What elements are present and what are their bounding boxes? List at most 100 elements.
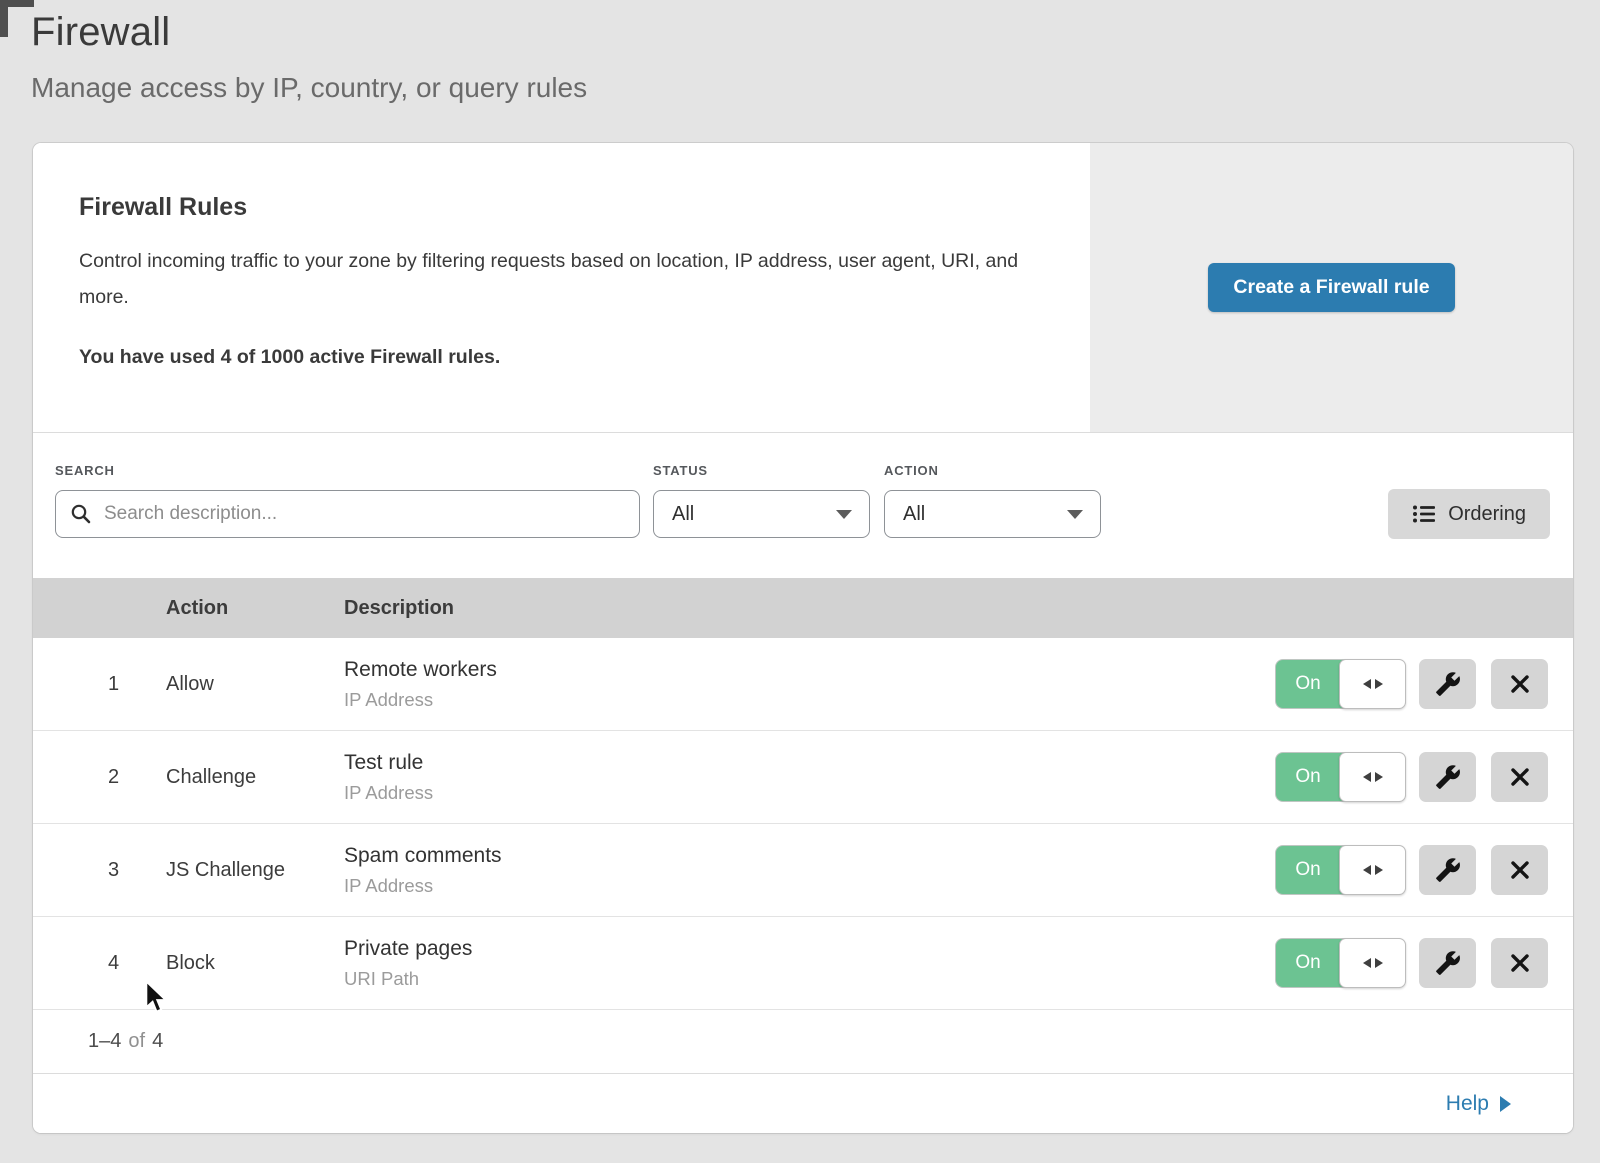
status-filter-group: STATUS All <box>653 463 884 578</box>
edit-rule-button[interactable] <box>1419 938 1476 988</box>
status-label: STATUS <box>653 463 884 478</box>
action-label: ACTION <box>884 463 1115 478</box>
usage-note: You have used 4 of 1000 active Firewall … <box>79 346 1030 369</box>
search-icon <box>70 503 92 525</box>
chevron-right-icon <box>1500 1096 1511 1112</box>
wrench-icon <box>1435 764 1461 790</box>
rule-priority: 4 <box>33 952 166 975</box>
rule-enabled-toggle[interactable]: On <box>1275 938 1406 988</box>
drag-arrows-icon <box>1362 863 1384 877</box>
overview-heading: Firewall Rules <box>79 193 1030 222</box>
rule-description: Private pages <box>344 937 1275 961</box>
rule-description-cell: Remote workers IP Address <box>344 658 1275 711</box>
rule-match-field: IP Address <box>344 689 1275 711</box>
close-icon <box>1509 859 1531 881</box>
wrench-icon <box>1435 857 1461 883</box>
toggle-on-label: On <box>1276 753 1340 801</box>
chevron-down-icon <box>1067 510 1083 519</box>
rule-description-cell: Test rule IP Address <box>344 751 1275 804</box>
overview-text-panel: Firewall Rules Control incoming traffic … <box>33 143 1090 432</box>
create-firewall-rule-button[interactable]: Create a Firewall rule <box>1208 263 1454 312</box>
help-row: Help <box>33 1073 1573 1133</box>
ordered-list-icon <box>1412 504 1436 524</box>
drag-arrows-icon <box>1362 677 1384 691</box>
ordering-wrap: Ordering <box>1388 463 1550 578</box>
pagination: 1–4 of 4 <box>33 1010 1573 1073</box>
search-filter-group: SEARCH <box>55 463 653 578</box>
rule-priority: 2 <box>33 766 166 789</box>
table-row: 2 Challenge Test rule IP Address On <box>33 731 1573 824</box>
status-select[interactable]: All <box>653 490 870 538</box>
overview-section: Firewall Rules Control incoming traffic … <box>33 143 1573 433</box>
delete-rule-button[interactable] <box>1491 752 1548 802</box>
table-row: 3 JS Challenge Spam comments IP Address … <box>33 824 1573 917</box>
close-icon <box>1509 673 1531 695</box>
rule-action: Block <box>166 952 344 975</box>
rule-description: Test rule <box>344 751 1275 775</box>
search-box[interactable] <box>55 490 640 538</box>
wrench-icon <box>1435 671 1461 697</box>
action-column-header: Action <box>166 597 344 620</box>
overview-description: Control incoming traffic to your zone by… <box>79 243 1029 315</box>
search-label: SEARCH <box>55 463 653 478</box>
ordering-button[interactable]: Ordering <box>1388 489 1550 539</box>
pagination-of: of <box>128 1030 145 1053</box>
rule-match-field: URI Path <box>344 968 1275 990</box>
rule-description: Spam comments <box>344 844 1275 868</box>
page-subtitle: Manage access by IP, country, or query r… <box>31 72 1600 104</box>
action-filter-group: ACTION All <box>884 463 1115 578</box>
toggle-on-label: On <box>1276 939 1340 987</box>
delete-rule-button[interactable] <box>1491 845 1548 895</box>
rule-match-field: IP Address <box>344 875 1275 897</box>
chevron-down-icon <box>836 510 852 519</box>
toggle-on-label: On <box>1276 660 1340 708</box>
close-icon <box>1509 952 1531 974</box>
rule-priority: 1 <box>33 673 166 696</box>
help-link-label: Help <box>1446 1092 1489 1116</box>
delete-rule-button[interactable] <box>1491 938 1548 988</box>
page-title: Firewall <box>31 10 1600 55</box>
create-rule-panel: Create a Firewall rule <box>1090 143 1573 432</box>
rule-enabled-toggle[interactable]: On <box>1275 752 1406 802</box>
rule-priority: 3 <box>33 859 166 882</box>
wrench-icon <box>1435 950 1461 976</box>
toggle-knob[interactable] <box>1339 845 1406 895</box>
edit-rule-button[interactable] <box>1419 752 1476 802</box>
action-select[interactable]: All <box>884 490 1101 538</box>
rule-controls: On <box>1275 938 1548 988</box>
rule-description-cell: Spam comments IP Address <box>344 844 1275 897</box>
rule-enabled-toggle[interactable]: On <box>1275 845 1406 895</box>
firewall-rules-card: Firewall Rules Control incoming traffic … <box>33 143 1573 1133</box>
toggle-knob[interactable] <box>1339 659 1406 709</box>
page-header: Firewall Manage access by IP, country, o… <box>0 0 1600 104</box>
description-column-header: Description <box>344 597 1573 620</box>
help-link[interactable]: Help <box>1446 1092 1511 1116</box>
rule-description-cell: Private pages URI Path <box>344 937 1275 990</box>
rule-action: Allow <box>166 673 344 696</box>
table-header: Action Description <box>33 578 1573 638</box>
rule-action: JS Challenge <box>166 859 344 882</box>
toggle-knob[interactable] <box>1339 938 1406 988</box>
close-icon <box>1509 766 1531 788</box>
search-input[interactable] <box>102 502 625 526</box>
rule-match-field: IP Address <box>344 782 1275 804</box>
edit-rule-button[interactable] <box>1419 659 1476 709</box>
filters-bar: SEARCH STATUS All ACTION All <box>33 433 1573 578</box>
rule-action: Challenge <box>166 766 344 789</box>
rule-controls: On <box>1275 845 1548 895</box>
rule-enabled-toggle[interactable]: On <box>1275 659 1406 709</box>
toggle-on-label: On <box>1276 846 1340 894</box>
drag-arrows-icon <box>1362 770 1384 784</box>
status-selected-value: All <box>672 503 694 526</box>
ordering-button-label: Ordering <box>1448 503 1526 526</box>
action-selected-value: All <box>903 503 925 526</box>
rule-controls: On <box>1275 659 1548 709</box>
delete-rule-button[interactable] <box>1491 659 1548 709</box>
table-row: 1 Allow Remote workers IP Address On <box>33 638 1573 731</box>
edit-rule-button[interactable] <box>1419 845 1476 895</box>
drag-arrows-icon <box>1362 956 1384 970</box>
rule-controls: On <box>1275 752 1548 802</box>
toggle-knob[interactable] <box>1339 752 1406 802</box>
table-row: 4 Block Private pages URI Path On <box>33 917 1573 1010</box>
rule-description: Remote workers <box>344 658 1275 682</box>
